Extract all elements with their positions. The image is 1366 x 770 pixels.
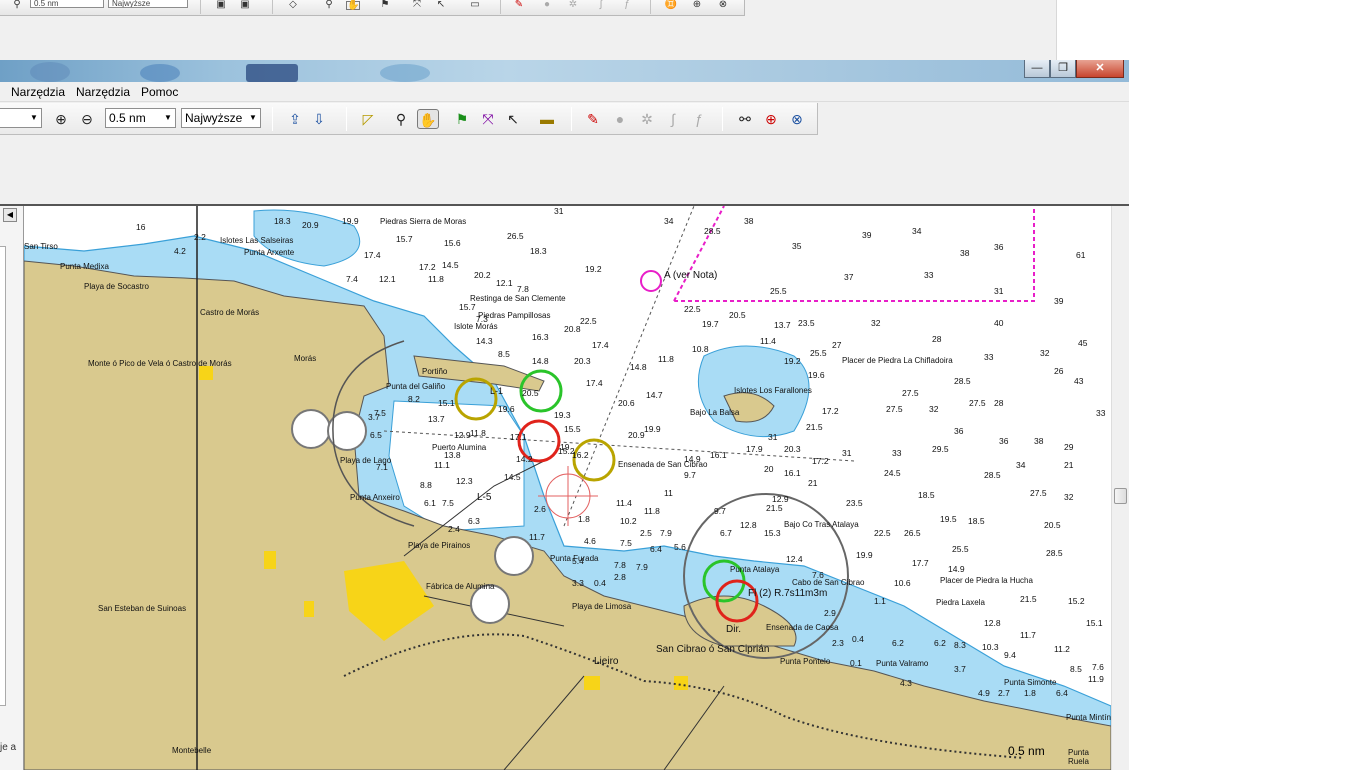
ruler-icon[interactable]: ▭ <box>468 0 482 10</box>
chevron-down-icon: ▼ <box>164 113 172 122</box>
panel-list[interactable] <box>0 246 6 706</box>
light-label: L-5 <box>477 492 492 503</box>
scale-combo[interactable]: 0.5 nm ▼ <box>105 108 176 128</box>
main-toolbar: ▼ ⊕ ⊖ 0.5 nm ▼ Najwyższe ▼ ⇪ ⇩ ◸ ⚲ ✋ ⚑ ⤧ ↖… <box>0 103 818 135</box>
cursor-icon[interactable]: ↖ <box>434 0 448 10</box>
panel-collapse-button[interactable]: ◀ <box>3 208 17 222</box>
separator <box>346 107 347 131</box>
zoom-in-icon[interactable]: ⊕ <box>50 109 72 129</box>
tool-disabled-icon[interactable]: ● <box>609 109 631 129</box>
flag-icon[interactable]: ⚑ <box>378 0 392 10</box>
route-icon[interactable]: ⤧ <box>477 109 499 129</box>
zoom-icon[interactable]: ⚲ <box>322 0 336 10</box>
detail-combo[interactable]: Najwyższe ▼ <box>181 108 261 128</box>
separator <box>272 0 273 14</box>
light-label: A (ver Nota) <box>664 270 718 281</box>
menu-bar: Narzędzia Narzędzia Pomoc <box>0 82 1129 102</box>
separator <box>272 107 273 131</box>
detail-combo-value: Najwyższe <box>185 111 243 125</box>
light-label: Dir. <box>726 624 741 635</box>
target-route-icon[interactable]: ⊗ <box>716 0 730 10</box>
binoculars-icon[interactable]: ♊ <box>664 0 678 10</box>
separator <box>722 107 723 131</box>
tool-disabled-icon[interactable]: ∫ <box>662 109 684 129</box>
light-label: L-1 <box>490 386 504 396</box>
target-route-icon[interactable]: ⊗ <box>786 109 808 129</box>
chevron-down-icon: ▼ <box>30 113 38 122</box>
scale-combo-value: 0.5 nm <box>109 111 146 125</box>
chart-down-icon[interactable]: ▣ <box>238 0 252 10</box>
separator <box>200 0 201 14</box>
minimize-button[interactable]: — <box>1024 60 1050 78</box>
background-window: ⚲ 0.5 nm Najwyższe ▣ ▣ ◇ ⚲ ✋ ⚑ ⤧ ↖ ▭ ✎ ●… <box>0 0 1057 60</box>
title-bar[interactable]: — ❐ ✕ <box>0 60 1129 82</box>
chevron-down-icon: ▼ <box>249 113 257 122</box>
tool-disabled-icon[interactable]: ƒ <box>620 0 634 10</box>
erase-pencil-icon[interactable]: ✎ <box>582 109 604 129</box>
tool-disabled-icon[interactable]: ● <box>540 0 554 10</box>
separator <box>500 0 501 14</box>
chart-frame: ◀ je a 16 4.2 2.2 18.3 20.9 19.9 17.4 15… <box>0 204 1129 770</box>
tool-disabled-icon[interactable]: ✲ <box>566 0 580 10</box>
target-icon[interactable]: ⊕ <box>690 0 704 10</box>
bg-scale-combo[interactable]: 0.5 nm <box>30 0 104 8</box>
light-label: Fl (2) R.7s11m3m <box>748 588 828 599</box>
zoom-out-icon[interactable]: ⊖ <box>76 109 98 129</box>
erase-icon[interactable]: ✎ <box>512 0 526 10</box>
target-icon[interactable]: ⊕ <box>760 109 782 129</box>
light-labels: A (ver Nota) L-1 L-5 Fl (2) R.7s11m3m Di… <box>24 206 1111 770</box>
chart-download-icon[interactable]: ⇩ <box>308 109 330 129</box>
polygon-select-icon[interactable]: ◸ <box>357 109 379 129</box>
menu-tools-2[interactable]: Narzędzia <box>76 85 130 99</box>
chevron-left-icon: ◀ <box>6 210 14 219</box>
scrollbar-thumb[interactable] <box>1114 488 1127 504</box>
left-panel: ◀ je a <box>0 206 24 770</box>
tool-disabled-icon[interactable]: ✲ <box>636 109 658 129</box>
chart-select-combo[interactable]: ▼ <box>0 108 42 128</box>
tool-disabled-icon[interactable]: ƒ <box>688 109 710 129</box>
separator <box>650 0 651 14</box>
close-button[interactable]: ✕ <box>1076 60 1124 78</box>
restore-button[interactable]: ❐ <box>1050 60 1076 78</box>
separator <box>571 107 572 131</box>
menu-help[interactable]: Pomoc <box>141 85 178 99</box>
chart-upload-icon[interactable]: ⇪ <box>284 109 306 129</box>
pan-hand-icon[interactable]: ✋ <box>417 109 439 129</box>
vertical-scrollbar[interactable] <box>1111 206 1129 770</box>
ruler-icon[interactable]: ▬ <box>536 109 558 129</box>
cursor-arrow-icon[interactable]: ↖ <box>502 109 524 129</box>
menu-tools-1[interactable]: Narzędzia <box>11 85 65 99</box>
panel-fragment-text: je a <box>0 742 17 753</box>
chart-up-icon[interactable]: ▣ <box>214 0 228 10</box>
pan-icon[interactable]: ✋ <box>346 1 360 11</box>
nautical-chart-map[interactable]: 16 4.2 2.2 18.3 20.9 19.9 17.4 15.7 15.6 26.5 31… <box>24 206 1111 770</box>
bg-detail-combo[interactable]: Najwyższe <box>108 0 188 8</box>
background-toolbar: ⚲ 0.5 nm Najwyższe ▣ ▣ ◇ ⚲ ✋ ⚑ ⤧ ↖ ▭ ✎ ●… <box>0 0 745 16</box>
waypoint-flag-icon[interactable]: ⚑ <box>451 109 473 129</box>
tool-disabled-icon[interactable]: ∫ <box>594 0 608 10</box>
route-icon[interactable]: ⤧ <box>410 0 424 10</box>
binoculars-icon[interactable]: ⚯ <box>734 109 756 129</box>
zoom-area-icon[interactable]: ⚲ <box>390 109 412 129</box>
scale-bar-label: 0.5 nm <box>1008 744 1045 758</box>
search-icon[interactable]: ⚲ <box>10 0 24 10</box>
polygon-icon[interactable]: ◇ <box>286 0 300 10</box>
